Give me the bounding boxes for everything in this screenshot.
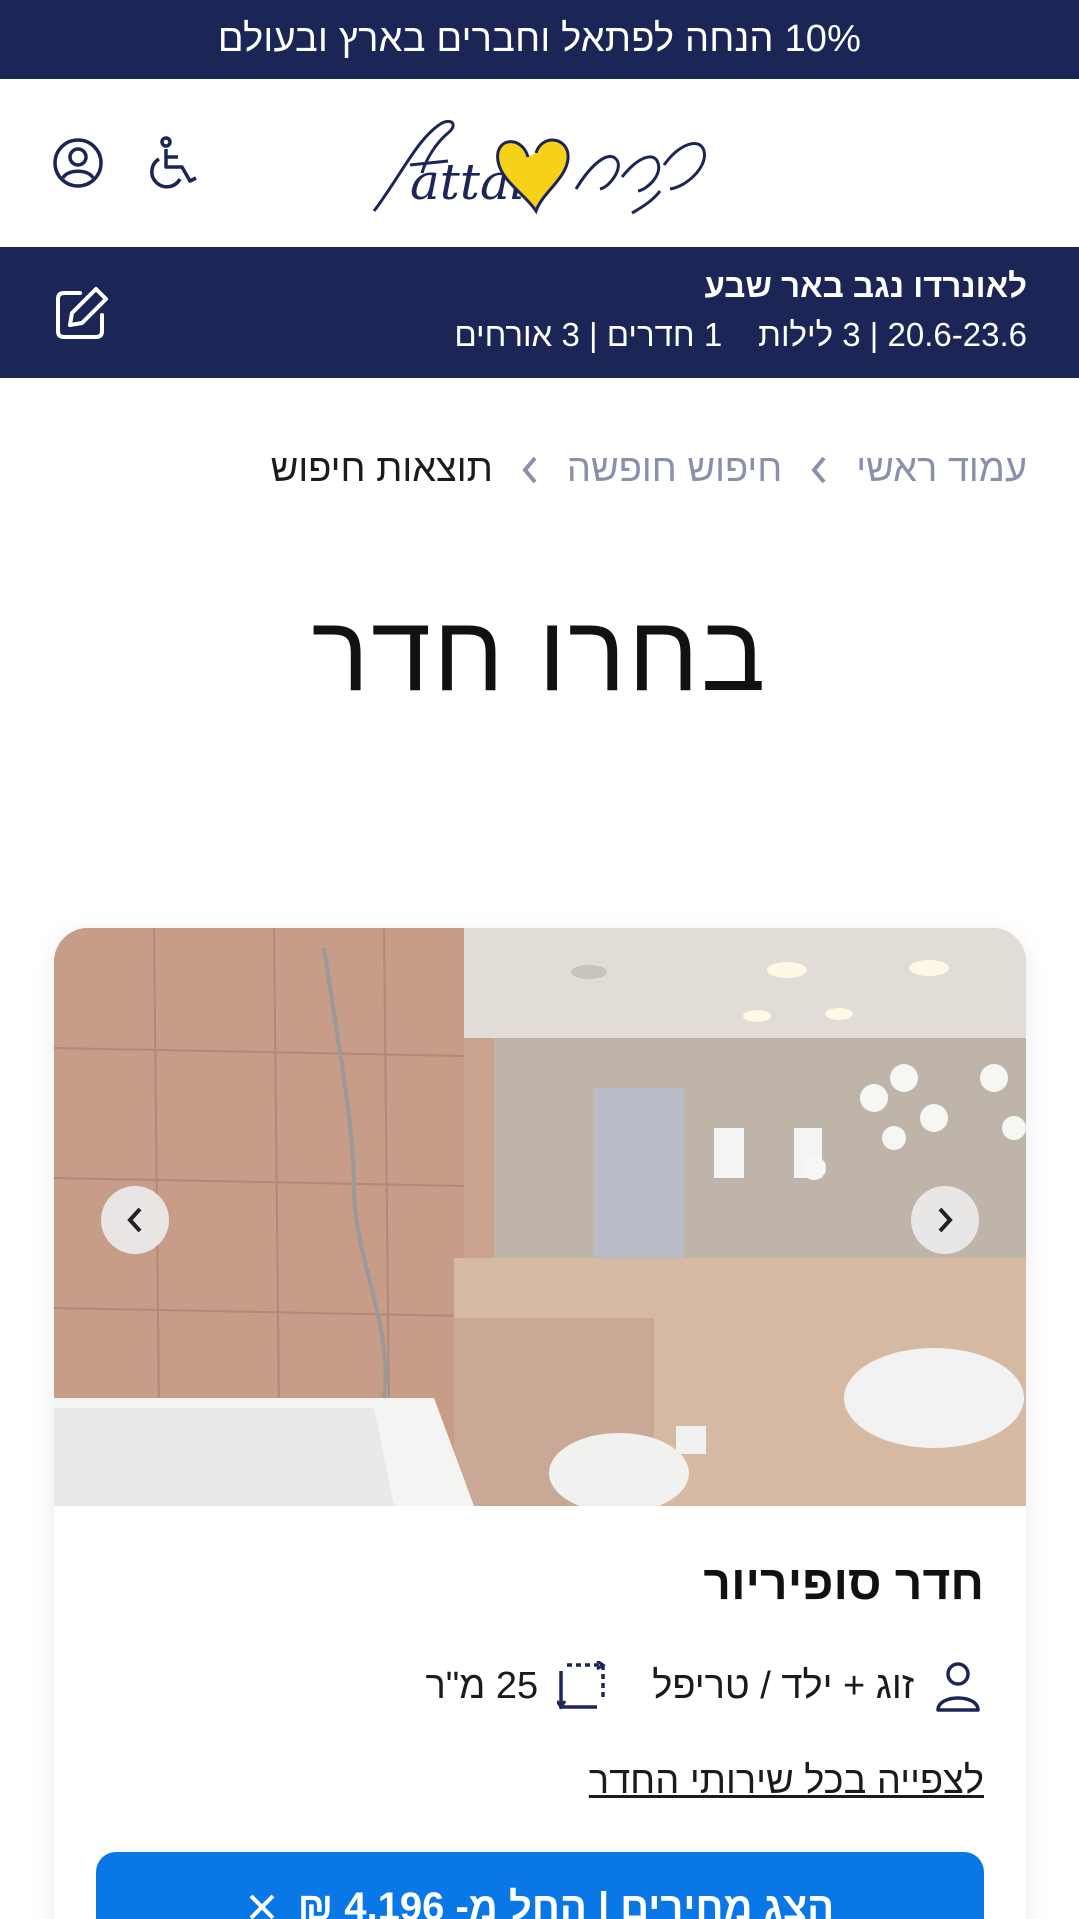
room-size: 25 מ"ר bbox=[425, 1664, 539, 1707]
chevron-left-icon bbox=[519, 455, 541, 485]
promo-text: 10% הנחה לפתאל וחברים בארץ ובעולם bbox=[217, 18, 862, 60]
room-amenities-link[interactable]: לצפייה בכל שירותי החדר bbox=[589, 1760, 984, 1803]
room-card: חדר סופיריור זוג + ילד / טריפל 25 מ"ר לצ… bbox=[54, 928, 1026, 1919]
breadcrumb-search[interactable]: חיפוש חופשה bbox=[567, 448, 782, 491]
edit-search-button[interactable] bbox=[50, 283, 112, 345]
breadcrumb-results: תוצאות חיפוש bbox=[270, 448, 493, 490]
fattal-logo[interactable]: attal bbox=[370, 117, 710, 217]
room-occupancy: זוג + ילד / טריפל bbox=[652, 1664, 914, 1707]
hotel-name: לאונרדו נגב באר שבע bbox=[704, 267, 1028, 304]
breadcrumb-home[interactable]: עמוד ראשי bbox=[856, 448, 1027, 491]
page-title: בחרו חדר bbox=[311, 592, 768, 713]
accessibility-button[interactable] bbox=[146, 135, 202, 191]
room-name: חדר סופיריור bbox=[703, 1557, 984, 1610]
room-photo-carousel[interactable] bbox=[54, 928, 1026, 1506]
user-account-button[interactable] bbox=[50, 135, 106, 191]
user-account-icon bbox=[53, 138, 103, 188]
show-prices-button[interactable]: הצג מחירים | החל מ- 4,196 ₪ bbox=[96, 1852, 984, 1919]
chevron-left-icon bbox=[808, 455, 830, 485]
dates-nights: 20.6-23.6 | 3 לילות bbox=[758, 316, 1027, 353]
booking-summary-bar: לאונרדו נגב באר שבע 20.6-23.6 | 3 לילות … bbox=[0, 247, 1079, 378]
edit-icon bbox=[56, 287, 108, 339]
chevron-right-icon bbox=[938, 1207, 953, 1233]
room-specs: זוג + ילד / טריפל 25 מ"ר bbox=[425, 1660, 984, 1712]
show-prices-label: הצג מחירים | החל מ- 4,196 ₪ bbox=[297, 1884, 835, 1919]
carousel-next-button[interactable] bbox=[911, 1186, 979, 1254]
logo-graphic: attal bbox=[372, 119, 706, 215]
rooms-guests: 1 חדרים | 3 אורחים bbox=[454, 316, 723, 353]
carousel-prev-button[interactable] bbox=[101, 1186, 169, 1254]
promo-banner: 10% הנחה לפתאל וחברים בארץ ובעולם bbox=[0, 0, 1079, 79]
room-photo bbox=[54, 928, 1026, 1506]
accessibility-icon bbox=[150, 136, 197, 189]
booking-details: 20.6-23.6 | 3 לילות 1 חדרים | 3 אורחים bbox=[454, 316, 1027, 354]
chevron-left-icon bbox=[127, 1207, 142, 1233]
room-size-icon bbox=[556, 1660, 608, 1712]
breadcrumb: עמוד ראשי חיפוש חופשה תוצאות חיפוש bbox=[271, 448, 1027, 491]
person-icon bbox=[932, 1660, 984, 1712]
site-header: attal bbox=[0, 79, 1079, 247]
close-icon bbox=[249, 1894, 275, 1919]
